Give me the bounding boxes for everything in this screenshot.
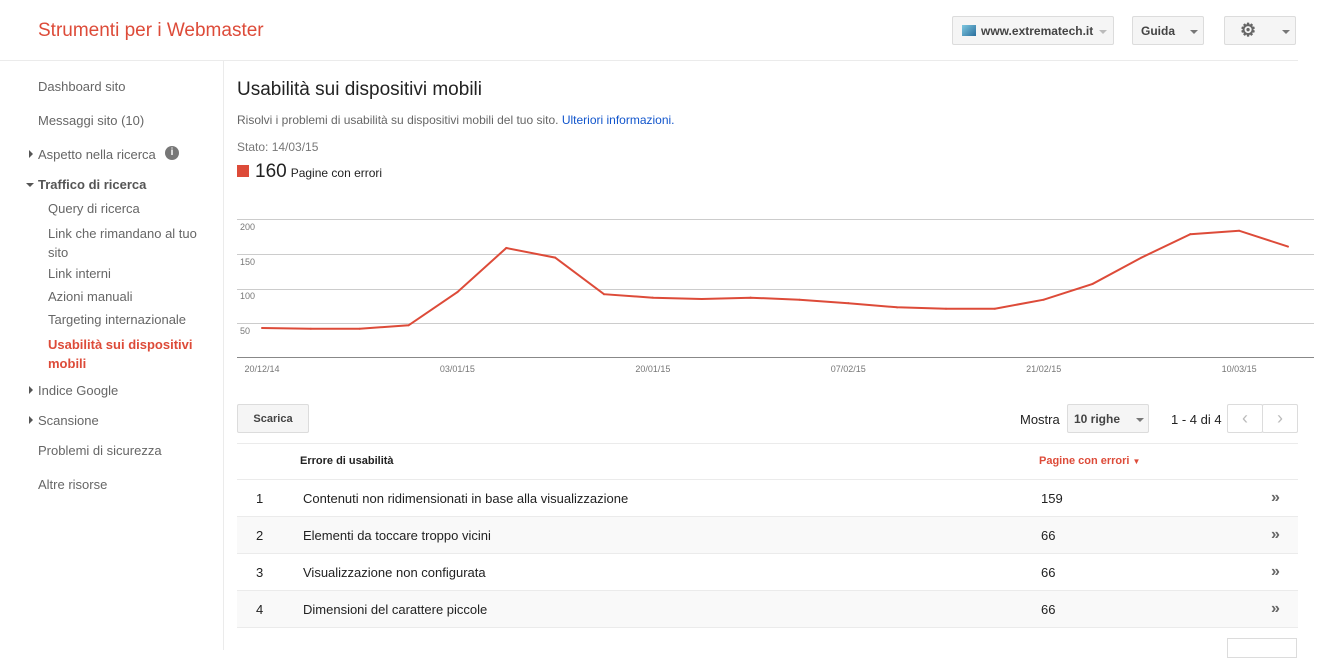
column-header-error[interactable]: Errore di usabilità xyxy=(300,455,394,467)
data-point[interactable] xyxy=(798,298,801,301)
data-point[interactable] xyxy=(1091,282,1094,285)
download-button[interactable]: Scarica xyxy=(237,404,309,433)
row-number: 4 xyxy=(256,601,264,617)
data-point[interactable] xyxy=(896,306,899,309)
table-row[interactable]: 4 Dimensioni del carattere piccole 66 » xyxy=(237,591,1298,628)
data-point[interactable] xyxy=(358,327,361,330)
details-arrow-icon[interactable]: » xyxy=(1271,563,1280,581)
data-point[interactable] xyxy=(749,296,752,299)
table-header: Errore di usabilità Pagine con errori ▼ xyxy=(237,443,1298,480)
data-point[interactable] xyxy=(1287,245,1289,248)
column-header-pages[interactable]: Pagine con errori ▼ xyxy=(1039,455,1140,467)
data-point[interactable] xyxy=(456,291,459,294)
error-type: Contenuti non ridimensionati in base all… xyxy=(303,490,629,506)
data-point[interactable] xyxy=(407,324,410,327)
series-line xyxy=(261,229,1289,330)
sidebar-item-crawl[interactable]: Scansione xyxy=(38,413,99,428)
data-point[interactable] xyxy=(700,298,703,301)
sort-desc-icon: ▼ xyxy=(1132,457,1141,466)
table-row[interactable]: 1 Contenuti non ridimensionati in base al… xyxy=(237,480,1298,517)
prev-page-button[interactable]: ‹ xyxy=(1227,404,1263,433)
data-point[interactable] xyxy=(1189,233,1192,236)
pages-count: 66 xyxy=(1041,601,1056,617)
data-point[interactable] xyxy=(1238,229,1241,232)
sidebar-item-other-resources[interactable]: Altre risorse xyxy=(38,477,107,492)
data-point[interactable] xyxy=(309,327,312,330)
show-label: Mostra xyxy=(1020,412,1060,427)
data-point[interactable] xyxy=(651,296,654,299)
details-arrow-icon[interactable]: » xyxy=(1271,526,1280,544)
data-point[interactable] xyxy=(1042,298,1045,301)
rows-per-page-select[interactable]: 10 righe xyxy=(1067,404,1149,433)
error-type: Dimensioni del carattere piccole xyxy=(303,601,488,617)
details-arrow-icon[interactable]: » xyxy=(1271,600,1280,618)
data-point[interactable] xyxy=(993,307,996,310)
error-type: Visualizzazione non configurata xyxy=(303,564,486,580)
line-chart xyxy=(261,229,1289,330)
details-arrow-icon[interactable]: » xyxy=(1271,489,1280,507)
data-point[interactable] xyxy=(1140,256,1143,259)
data-point[interactable] xyxy=(505,246,508,249)
data-point[interactable] xyxy=(261,327,263,330)
data-point[interactable] xyxy=(603,293,605,296)
sidebar-item-security[interactable]: Problemi di sicurezza xyxy=(38,443,162,458)
expand-icon xyxy=(29,416,33,424)
row-number: 2 xyxy=(256,527,264,543)
pages-count: 159 xyxy=(1041,490,1063,506)
chevron-right-icon: › xyxy=(1277,408,1283,428)
pages-count: 66 xyxy=(1041,564,1056,580)
table-row[interactable]: 3 Visualizzazione non configurata 66 » xyxy=(237,554,1298,591)
pagination-range: 1 - 4 di 4 xyxy=(1171,412,1222,427)
rows-select-value: 10 righe xyxy=(1074,411,1121,426)
table-row[interactable]: 2 Elementi da toccare troppo vicini 66 » xyxy=(237,517,1298,554)
chevron-left-icon: ‹ xyxy=(1242,408,1248,428)
chevron-down-icon xyxy=(1136,418,1144,422)
bottom-pagination[interactable] xyxy=(1227,638,1297,658)
data-point[interactable] xyxy=(847,302,850,305)
row-number: 3 xyxy=(256,564,264,580)
next-page-button[interactable]: › xyxy=(1262,404,1298,433)
error-type: Elementi da toccare troppo vicini xyxy=(303,527,491,543)
row-number: 1 xyxy=(256,490,264,506)
data-point[interactable] xyxy=(945,307,947,310)
pages-count: 66 xyxy=(1041,527,1056,543)
data-point[interactable] xyxy=(554,256,557,259)
